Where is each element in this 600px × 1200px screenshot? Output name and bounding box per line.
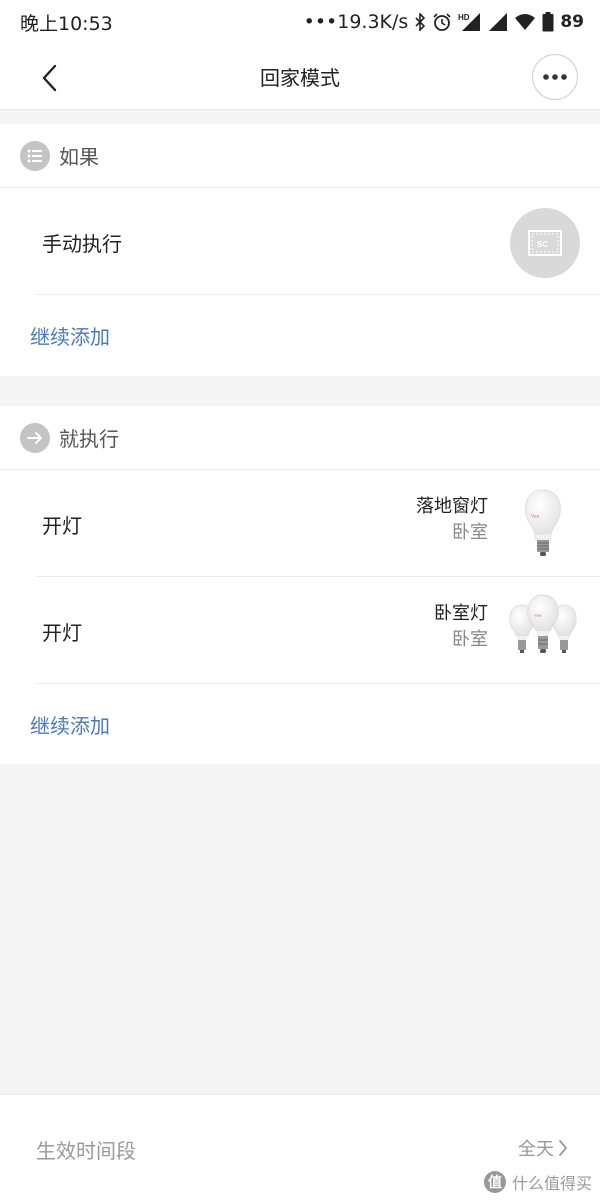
then-section-title: 就执行 — [59, 427, 119, 451]
trigger-row[interactable]: 手动执行 SC — [36, 188, 600, 295]
svg-text:HD: HD — [458, 13, 470, 22]
if-section: 如果 手动执行 SC 继续添加 — [0, 124, 600, 376]
device-room: 卧室 — [452, 629, 488, 650]
if-section-header: 如果 — [0, 124, 600, 188]
then-add-more-link[interactable]: 继续添加 — [0, 684, 600, 764]
more-button[interactable] — [532, 54, 578, 100]
battery-icon — [542, 12, 554, 32]
effective-time-bar[interactable]: 生效时间段 全天 值 什么值得买 — [0, 1094, 600, 1200]
alarm-icon — [432, 12, 452, 32]
action-label: 开灯 — [42, 621, 82, 645]
svg-text:Yee: Yee — [531, 514, 540, 520]
back-button[interactable] — [30, 58, 70, 98]
light-bulbs-group-icon: Yee — [508, 591, 578, 669]
status-right: •••19.3K/s HD 89 — [304, 11, 584, 33]
nav-bar: 回家模式 — [0, 44, 600, 110]
then-section-header: 就执行 — [0, 406, 600, 470]
action-label: 开灯 — [42, 514, 82, 538]
if-add-more-link[interactable]: 继续添加 — [0, 295, 600, 375]
status-bar: 晚上10:53 •••19.3K/s HD 89 — [0, 0, 600, 44]
signal-hd-icon: HD — [458, 12, 482, 32]
activity-dots-icon: ••• — [303, 11, 338, 33]
light-bulb-icon: Yee — [508, 484, 578, 562]
bluetooth-icon — [414, 13, 426, 31]
svg-text:SC: SC — [537, 240, 548, 249]
then-section: 就执行 开灯 落地窗灯 卧室 Yee 开灯 卧室灯 卧室 Yee 继续添加 — [0, 406, 600, 764]
wifi-icon — [514, 13, 536, 31]
watermark-logo-icon: 值 — [483, 1171, 506, 1193]
signal-icon — [488, 12, 508, 32]
watermark: 值 什么值得买 — [483, 1170, 592, 1194]
svg-text:Yee: Yee — [534, 613, 542, 618]
more-horizontal-icon — [543, 74, 567, 80]
action-row[interactable]: 开灯 卧室灯 卧室 Yee — [36, 577, 600, 684]
device-info: 卧室灯 卧室 — [434, 601, 488, 653]
device-name: 落地窗灯 — [416, 496, 488, 517]
effective-time-text: 全天 — [518, 1139, 554, 1160]
effective-time-label: 生效时间段 — [36, 1139, 136, 1163]
action-row[interactable]: 开灯 落地窗灯 卧室 Yee — [36, 470, 600, 577]
if-section-title: 如果 — [59, 145, 99, 169]
chevron-left-icon — [42, 64, 57, 92]
trigger-label: 手动执行 — [42, 232, 122, 256]
effective-time-value[interactable]: 全天 — [518, 1135, 568, 1161]
battery-level: 89 — [560, 12, 584, 32]
network-speed: •••19.3K/s — [303, 11, 409, 33]
arrow-right-icon — [20, 422, 50, 453]
page-title: 回家模式 — [260, 66, 340, 90]
device-room: 卧室 — [452, 522, 488, 543]
watermark-text: 什么值得买 — [511, 1174, 592, 1193]
list-icon — [20, 140, 50, 171]
status-time: 晚上10:53 — [20, 12, 113, 35]
chevron-right-icon — [559, 1140, 567, 1156]
scene-card-icon: SC — [510, 208, 580, 278]
device-info: 落地窗灯 卧室 — [416, 494, 488, 546]
device-name: 卧室灯 — [434, 603, 488, 624]
